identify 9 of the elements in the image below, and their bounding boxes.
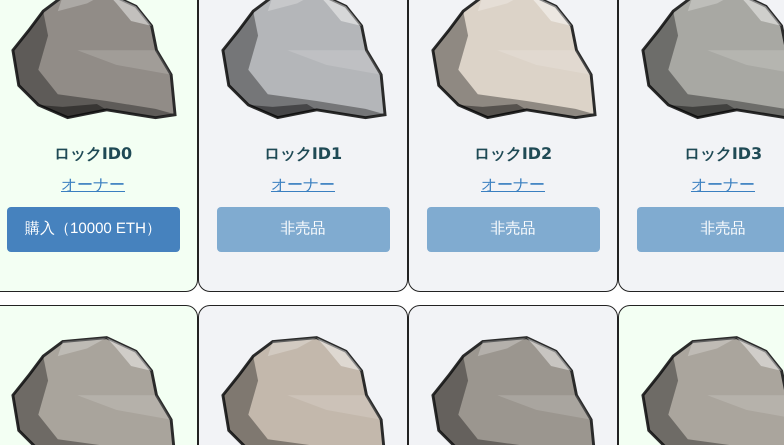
owner-link[interactable]: オーナー [61,175,125,197]
rock-title: ロックID1 [264,143,342,165]
owner-link[interactable]: オーナー [691,175,755,197]
owner-link[interactable]: オーナー [481,175,545,197]
rock-title: ロックID2 [474,143,552,165]
rock-title: ロックID0 [54,143,132,165]
rock-title: ロックID3 [684,143,762,165]
buy-button[interactable]: 購入（10000 ETH） [6,207,180,252]
owner-link[interactable]: オーナー [271,175,335,197]
